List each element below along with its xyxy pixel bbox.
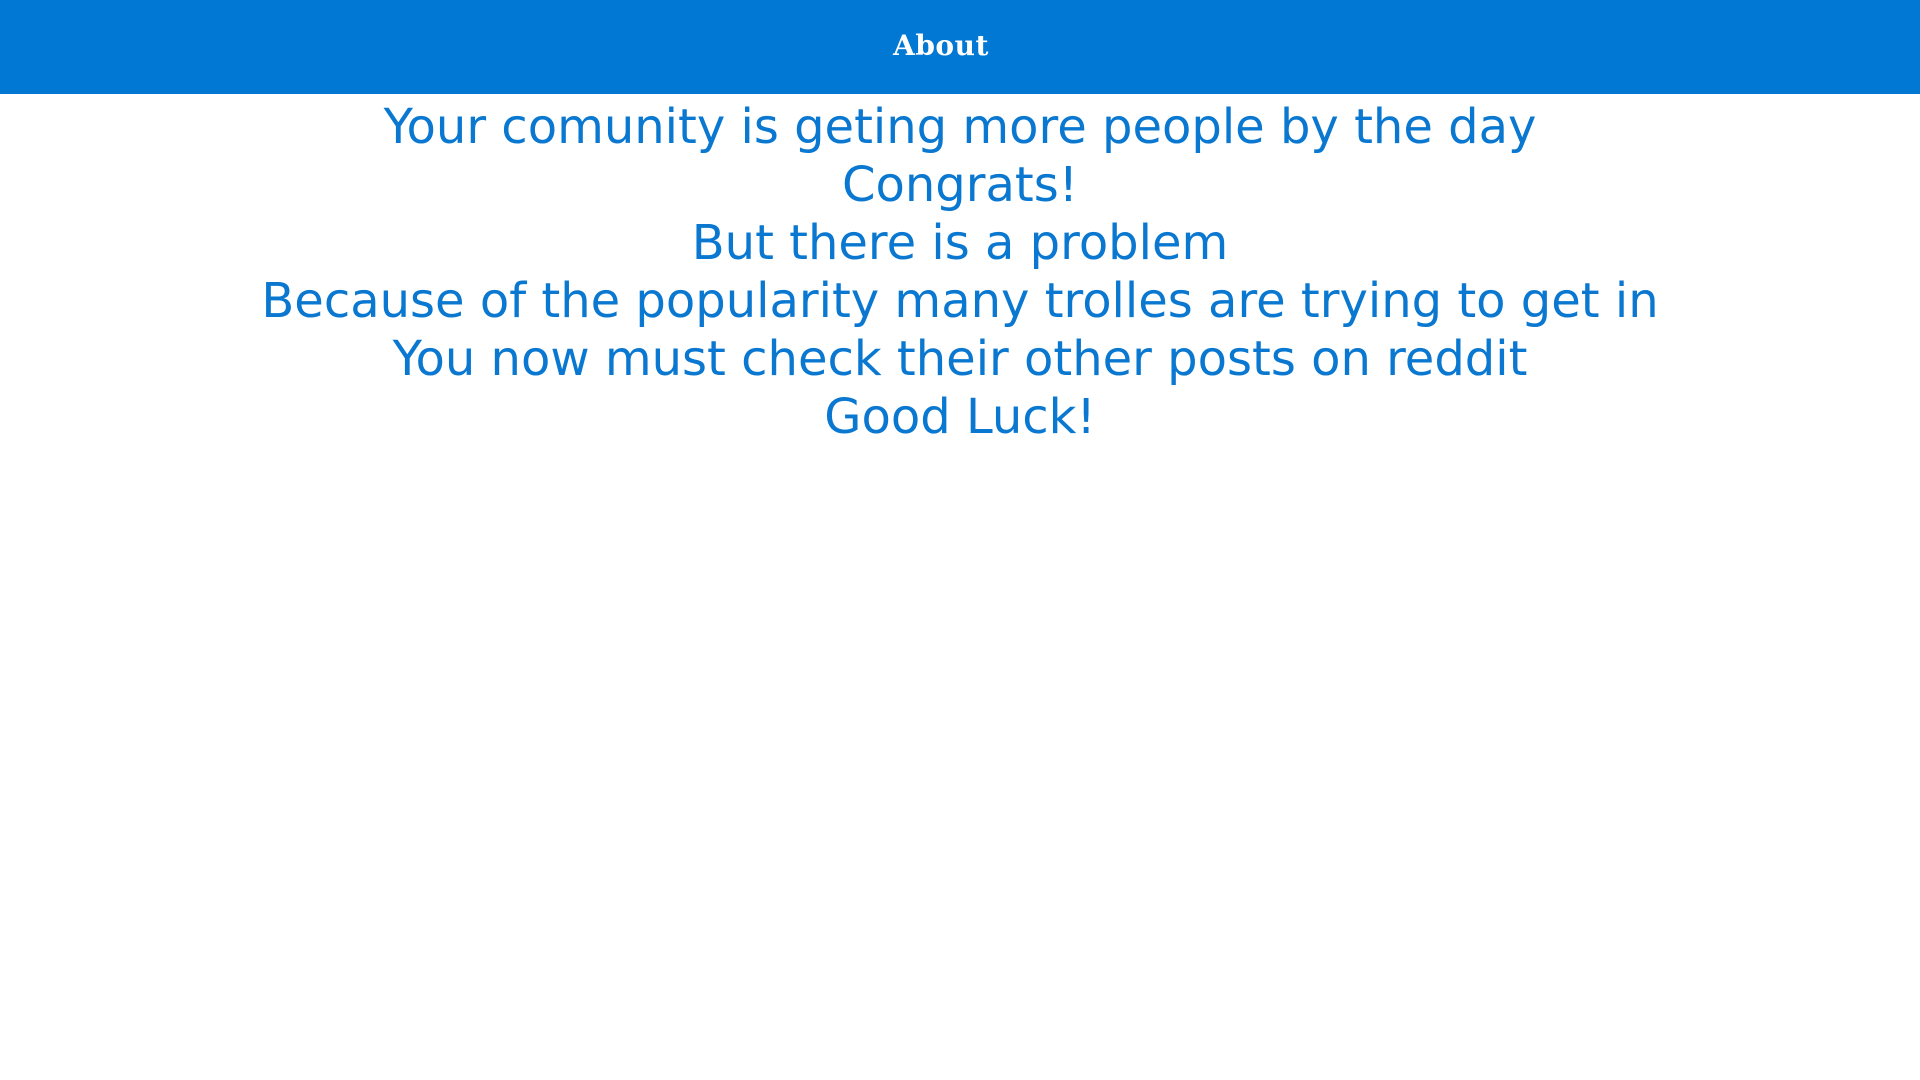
header-bar: About <box>0 0 1920 94</box>
message-line-problem: But there is a problem <box>691 215 1229 271</box>
page-title: About <box>893 28 989 62</box>
message-line-trolls: Because of the popularity many trolles a… <box>261 273 1659 329</box>
message-line-community-growth: Your comunity is geting more people by t… <box>383 99 1537 155</box>
message-line-good-luck: Good Luck! <box>824 389 1096 445</box>
about-message: Your comunity is geting more people by t… <box>0 98 1920 446</box>
message-line-check-posts: You now must check their other posts on … <box>392 331 1528 387</box>
message-line-congrats: Congrats! <box>842 157 1078 213</box>
